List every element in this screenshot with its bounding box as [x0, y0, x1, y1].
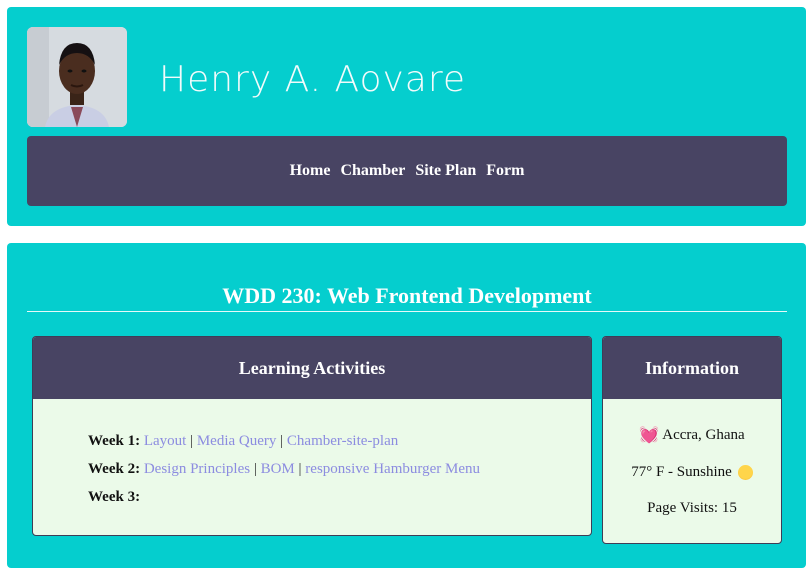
header-card: Henry A. Aovare Home Chamber Site Plan F… — [7, 7, 806, 226]
site-title: Henry A. Aovare — [159, 59, 467, 100]
separator: | — [280, 433, 284, 449]
activities-list: Week 1: Layout | Media Query | Chamber-s… — [33, 399, 591, 511]
week-3-row: Week 3: — [88, 483, 591, 511]
separator: | — [298, 461, 302, 477]
information-panel: Information 💓 Accra, Ghana 77° F - Sunsh… — [602, 336, 782, 544]
media-query-link[interactable]: Media Query — [197, 433, 277, 449]
weather-text: 77° F - Sunshine — [631, 464, 732, 480]
page-visits-line: Page Visits: 15 — [603, 500, 781, 517]
layout-link[interactable]: Layout — [144, 433, 187, 449]
information-body: 💓 Accra, Ghana 77° F - Sunshine Page Vis… — [603, 399, 781, 517]
main-card: WDD 230: Web Frontend Development Learni… — [7, 243, 806, 568]
learning-activities-heading: Learning Activities — [33, 337, 591, 399]
week-2-row: Week 2: Design Principles | BOM | respon… — [88, 455, 591, 483]
nav-form-link[interactable]: Form — [486, 162, 524, 180]
nav-home-link[interactable]: Home — [290, 162, 331, 180]
separator: | — [190, 433, 194, 449]
bom-link[interactable]: BOM — [261, 461, 295, 477]
heart-icon: 💓 — [639, 427, 660, 444]
information-heading: Information — [603, 337, 781, 399]
sun-icon — [737, 465, 753, 480]
learning-activities-panel: Learning Activities Week 1: Layout | Med… — [32, 336, 592, 536]
week-1-row: Week 1: Layout | Media Query | Chamber-s… — [88, 427, 591, 455]
separator: | — [253, 461, 257, 477]
avatar — [27, 27, 127, 127]
week-1-label: Week 1: — [88, 433, 141, 449]
page-visits-text: Page Visits: 15 — [647, 500, 737, 516]
chamber-site-plan-link[interactable]: Chamber-site-plan — [287, 433, 398, 449]
nav-chamber-link[interactable]: Chamber — [340, 162, 405, 180]
design-principles-link[interactable]: Design Principles — [144, 461, 250, 477]
week-3-label: Week 3: — [88, 489, 141, 505]
weather-line: 77° F - Sunshine — [603, 464, 781, 481]
hamburger-menu-link[interactable]: responsive Hamburger Menu — [305, 461, 480, 477]
week-2-label: Week 2: — [88, 461, 141, 477]
location-text: Accra, Ghana — [662, 426, 745, 443]
course-title: WDD 230: Web Frontend Development — [27, 283, 787, 312]
main-nav: Home Chamber Site Plan Form — [27, 136, 787, 206]
nav-site-plan-link[interactable]: Site Plan — [415, 162, 476, 180]
location-line: 💓 Accra, Ghana — [603, 425, 781, 445]
